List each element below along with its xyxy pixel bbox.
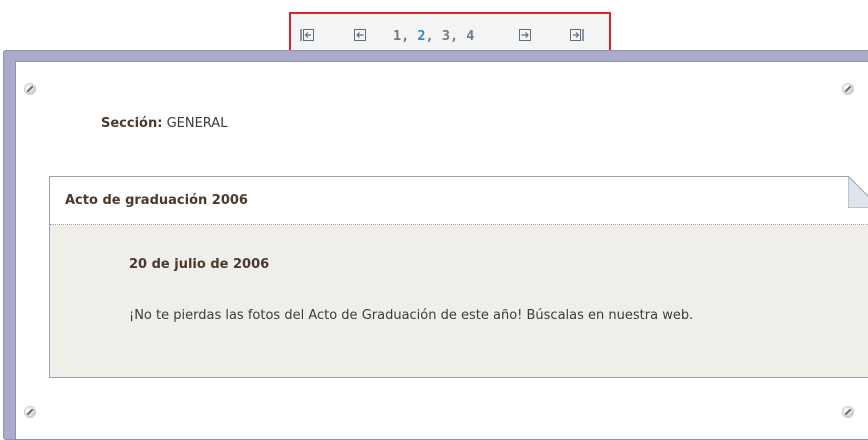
screw-icon — [24, 83, 36, 95]
content-panel: Sección: GENERAL Acto de graduación 2006… — [15, 61, 868, 439]
page-numbers: 1, 2, 3, 4 — [393, 26, 474, 46]
page-separator: , — [401, 28, 418, 44]
section-label: Sección: — [101, 116, 163, 131]
page-link-2[interactable]: 2 — [417, 28, 425, 44]
section-value: GENERAL — [166, 116, 228, 131]
section-line: Sección: GENERAL — [101, 116, 227, 131]
news-date: 20 de julio de 2006 — [129, 257, 270, 272]
news-title: Acto de graduación 2006 — [65, 193, 248, 208]
page-link-1[interactable]: 1 — [393, 28, 401, 44]
news-card-header: Acto de graduación 2006 — [50, 176, 868, 225]
page-link-3[interactable]: 3 — [442, 28, 450, 44]
page-link-4[interactable]: 4 — [466, 28, 474, 44]
last-page-icon[interactable] — [570, 28, 584, 42]
screw-icon — [842, 83, 854, 95]
previous-page-icon[interactable] — [353, 28, 367, 42]
page-separator: , — [449, 28, 467, 44]
first-page-icon[interactable] — [300, 28, 314, 42]
screw-icon — [842, 406, 854, 418]
page-separator: , — [425, 28, 442, 44]
screw-icon — [24, 406, 36, 418]
next-page-icon[interactable] — [518, 28, 532, 42]
news-body: ¡No te pierdas las fotos del Acto de Gra… — [129, 308, 694, 323]
news-card: Acto de graduación 2006 20 de julio de 2… — [49, 176, 868, 378]
folded-corner-icon — [848, 176, 868, 208]
content-frame: Sección: GENERAL Acto de graduación 2006… — [3, 50, 868, 440]
